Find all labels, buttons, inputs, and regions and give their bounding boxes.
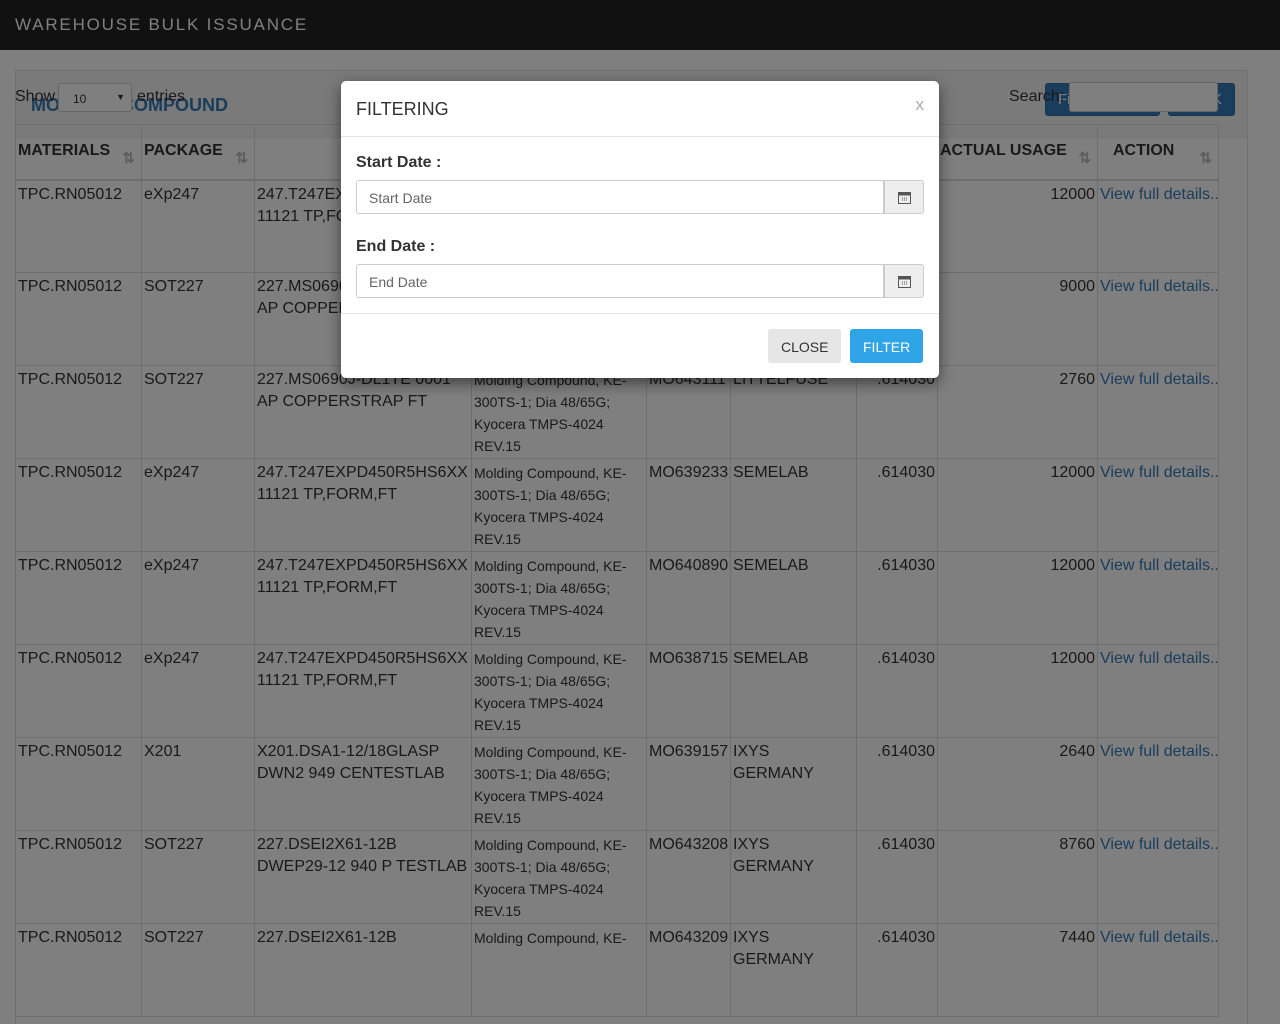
- close-icon[interactable]: x: [916, 95, 925, 115]
- filtering-modal: FILTERING x Start Date : Start Date End …: [341, 81, 939, 378]
- end-date-label: End Date :: [356, 238, 436, 255]
- start-date-label: Start Date :: [356, 154, 442, 171]
- close-button[interactable]: CLOSE: [768, 329, 842, 363]
- calendar-icon: [898, 192, 911, 204]
- start-date-input[interactable]: Start Date: [356, 180, 884, 214]
- modal-title: FILTERING: [356, 99, 449, 119]
- modal-header: FILTERING x: [341, 81, 939, 137]
- filter-button[interactable]: FILTER: [850, 329, 924, 363]
- calendar-icon: [898, 276, 911, 288]
- end-date-calendar-button[interactable]: [884, 264, 924, 298]
- modal-footer: CLOSE FILTER: [341, 313, 939, 378]
- end-date-input[interactable]: End Date: [356, 264, 884, 298]
- start-date-calendar-button[interactable]: [884, 180, 924, 214]
